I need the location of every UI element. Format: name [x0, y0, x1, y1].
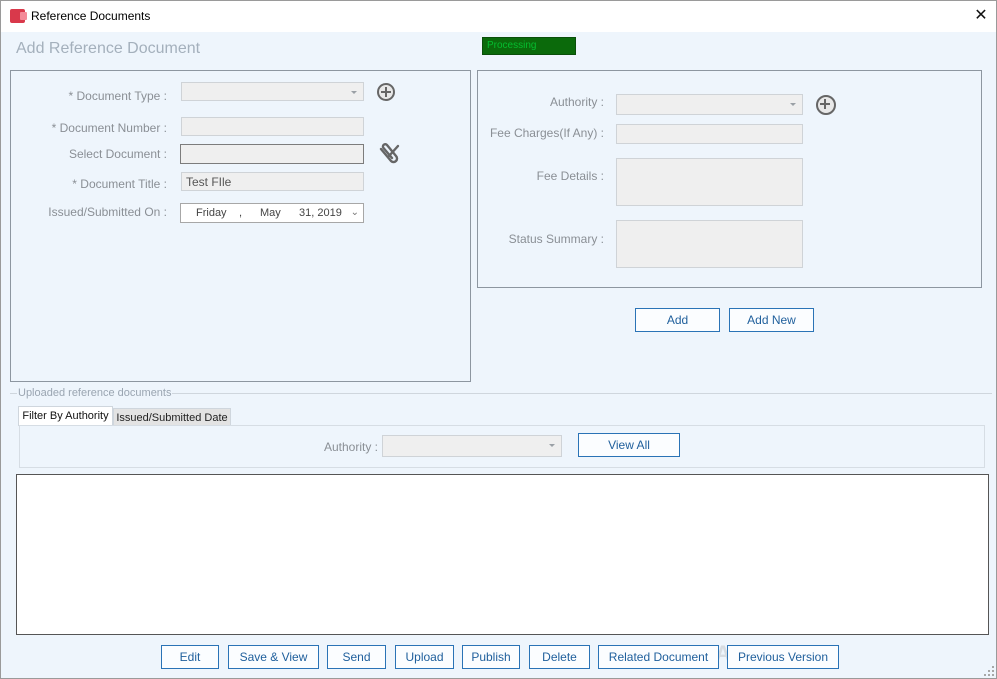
document-number-field[interactable]	[181, 117, 364, 136]
page-title: Add Reference Document	[16, 40, 201, 57]
fee-charges-field[interactable]	[616, 124, 803, 144]
add-document-type-plus-icon[interactable]	[377, 83, 395, 101]
document-title-field[interactable]: Test FIle	[181, 172, 364, 191]
date-separator: ,	[239, 207, 243, 219]
fee-details-textarea[interactable]	[616, 158, 803, 206]
title-bar: Reference Documents ✕	[1, 1, 996, 32]
related-document-button[interactable]: Related Document	[598, 645, 719, 669]
uploaded-documents-grid[interactable]	[16, 474, 989, 635]
window-title: Reference Documents	[31, 9, 151, 23]
paperclip-icon[interactable]	[376, 140, 404, 168]
previous-version-button[interactable]: Previous Version	[727, 645, 839, 669]
tab-issued-submitted-date[interactable]: Issued/Submitted Date	[113, 408, 231, 426]
tab-filter-by-authority[interactable]: Filter By Authority	[18, 406, 113, 426]
status-summary-textarea[interactable]	[616, 220, 803, 268]
filter-authority-dropdown[interactable]	[382, 435, 562, 457]
document-type-label: * Document Type :	[68, 89, 168, 103]
issued-submitted-on-label: Issued/Submitted On :	[48, 205, 167, 219]
fee-details-label: Fee Details :	[536, 169, 604, 183]
status-summary-label: Status Summary :	[508, 232, 604, 246]
reference-documents-window: Reference Documents ✕ Add Reference Docu…	[0, 0, 997, 679]
view-all-button[interactable]: View All	[578, 433, 680, 457]
select-document-label: Select Document :	[68, 147, 167, 161]
send-button[interactable]: Send	[327, 645, 386, 669]
add-new-button[interactable]: Add New	[729, 308, 814, 332]
authority-label: Authority :	[549, 95, 604, 109]
delete-button[interactable]: Delete	[529, 645, 590, 669]
document-title-value: Test FIle	[186, 175, 232, 189]
close-button[interactable]: ✕	[967, 4, 995, 28]
fee-charges-label: Fee Charges(If Any) :	[489, 126, 604, 140]
date-month: May	[260, 207, 281, 219]
upload-button[interactable]: Upload	[395, 645, 454, 669]
date-day-year: 31, 2019	[299, 207, 342, 219]
chevron-down-icon[interactable]: ⌄	[351, 207, 359, 218]
date-weekday: Friday	[196, 207, 227, 219]
publish-button[interactable]: Publish	[462, 645, 520, 669]
resize-grip-icon[interactable]	[984, 666, 994, 676]
authority-dropdown[interactable]	[616, 94, 803, 115]
edit-button[interactable]: Edit	[161, 645, 219, 669]
add-button[interactable]: Add	[635, 308, 720, 332]
progress-label: Processing	[487, 40, 537, 51]
document-title-label: * Document Title :	[72, 177, 167, 191]
app-icon	[10, 9, 27, 23]
document-number-label: * Document Number :	[51, 121, 167, 135]
select-document-field[interactable]	[180, 144, 364, 164]
add-authority-plus-icon[interactable]	[816, 95, 836, 115]
save-and-view-button[interactable]: Save & View	[228, 645, 319, 669]
issued-date-picker[interactable]: Friday , May 31, 2019 ⌄	[180, 203, 364, 223]
filter-authority-label: Authority :	[323, 440, 378, 454]
uploaded-group-title: Uploaded reference documents	[17, 387, 173, 399]
document-type-dropdown[interactable]	[181, 82, 364, 101]
processing-progress-bar: Processing	[482, 37, 576, 55]
